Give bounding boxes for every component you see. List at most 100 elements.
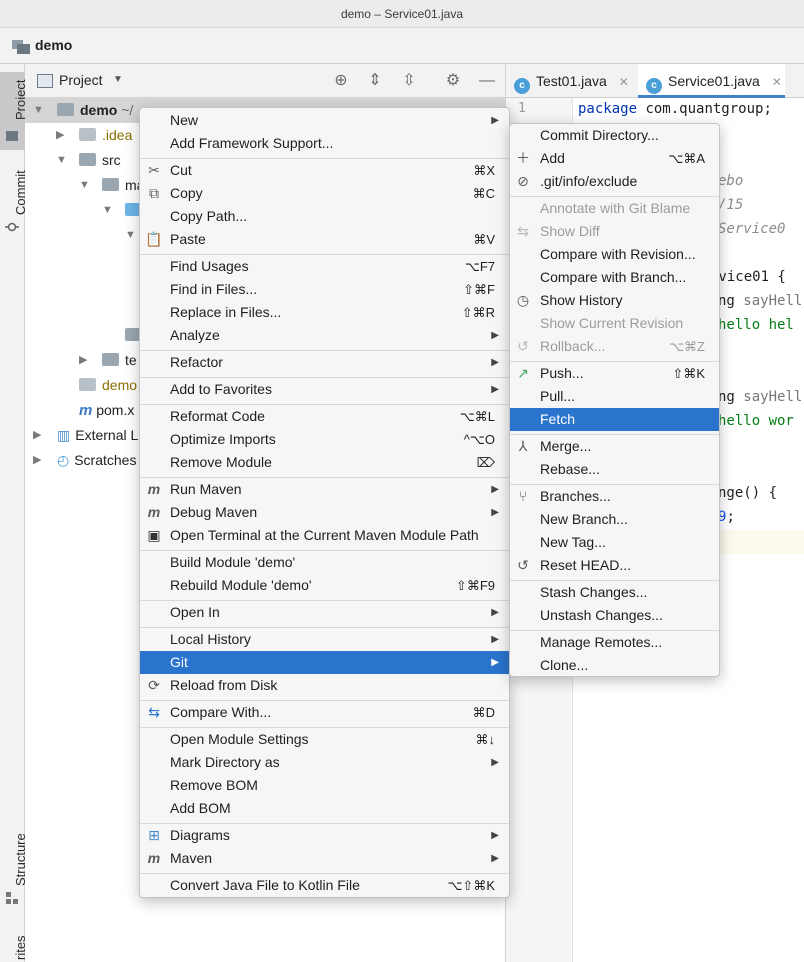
- menu-item-local-history[interactable]: Local History ▶: [140, 628, 509, 651]
- chevron-down-icon[interactable]: ▼: [102, 198, 113, 223]
- menu-item-mark-directory[interactable]: Mark Directory as ▶: [140, 751, 509, 774]
- git-submenu: Commit Directory... ＋ Add ⌥⌘A ⊘ .git/info/e…: [509, 123, 720, 677]
- library-icon: ▥: [57, 427, 71, 443]
- menu-item-optimize-imports[interactable]: Optimize Imports ^⌥O: [140, 428, 509, 451]
- menu-item-copy[interactable]: ⧉ Copy ⌘C: [140, 182, 509, 205]
- commit-icon: [5, 222, 19, 232]
- menu-item-add-bom[interactable]: Add BOM: [140, 797, 509, 820]
- navbar-project-name[interactable]: demo: [35, 37, 72, 53]
- git-item-show-current-revision: Show Current Revision: [540, 315, 684, 331]
- menu-item-module-settings[interactable]: Open Module Settings ⌘↓: [140, 728, 509, 751]
- menu-item-copy-path[interactable]: Copy Path...: [140, 205, 509, 228]
- git-item-rebase[interactable]: Rebase...: [510, 458, 719, 481]
- submenu-arrow-icon: ▶: [491, 384, 499, 395]
- git-item-clone[interactable]: Clone...: [510, 654, 719, 677]
- code-line: Service0: [718, 221, 786, 237]
- close-icon[interactable]: ✕: [619, 75, 629, 89]
- menu-item-find-in-files[interactable]: Find in Files... ⇧⌘F: [140, 278, 509, 301]
- chevron-down-icon[interactable]: ▼: [56, 148, 67, 173]
- git-item-stash[interactable]: Stash Changes...: [510, 581, 719, 604]
- chevron-right-icon[interactable]: ▶: [79, 348, 87, 373]
- menu-item-debug-maven[interactable]: m Debug Maven ▶: [140, 501, 509, 524]
- menu-item-new[interactable]: New ▶: [140, 109, 509, 132]
- folder-icon: [102, 178, 119, 191]
- tool-tab-project[interactable]: Project: [0, 72, 28, 150]
- folder-icon: [57, 103, 74, 116]
- chevron-right-icon[interactable]: ▶: [33, 448, 41, 473]
- left-tool-strip: Project Commit Structure rites: [0, 64, 28, 962]
- tree-scratches-label: ◴ Scratches: [57, 452, 137, 468]
- menu-item-remove-bom[interactable]: Remove BOM: [140, 774, 509, 797]
- minimize-icon[interactable]: —: [477, 71, 497, 91]
- chevron-down-icon[interactable]: ▼: [33, 98, 44, 123]
- git-item-fetch[interactable]: Fetch: [510, 408, 719, 431]
- gear-icon[interactable]: ⚙: [443, 71, 463, 91]
- git-item-add[interactable]: ＋ Add ⌥⌘A: [510, 147, 719, 170]
- git-item-merge[interactable]: ⅄ Merge...: [510, 435, 719, 458]
- clipboard-icon: 📋: [145, 231, 163, 247]
- git-item-new-branch[interactable]: New Branch...: [510, 508, 719, 531]
- tree-external-label: ▥ External L: [57, 427, 139, 443]
- git-item-reset-head[interactable]: ↺ Reset HEAD...: [510, 554, 719, 577]
- close-icon[interactable]: ✕: [772, 75, 782, 89]
- menu-item-paste[interactable]: 📋 Paste ⌘V: [140, 228, 509, 251]
- collapse-all-icon[interactable]: ⇳: [399, 71, 419, 91]
- menu-item-refactor[interactable]: Refactor ▶: [140, 351, 509, 374]
- git-item-manage-remotes[interactable]: Manage Remotes...: [510, 631, 719, 654]
- menu-item-open-terminal[interactable]: ▣ Open Terminal at the Current Maven Modu…: [140, 524, 509, 547]
- tool-tab-favorites[interactable]: rites: [0, 926, 28, 962]
- chevron-down-icon[interactable]: ▼: [113, 74, 123, 85]
- menu-item-replace-in-files[interactable]: Replace in Files... ⇧⌘R: [140, 301, 509, 324]
- git-item-pull[interactable]: Pull...: [510, 385, 719, 408]
- menu-item-build-module[interactable]: Build Module 'demo': [140, 551, 509, 574]
- locate-icon[interactable]: ⊕: [331, 71, 351, 91]
- tree-test-label: te: [102, 348, 137, 373]
- menu-item-find-usages[interactable]: Find Usages ⌥F7: [140, 255, 509, 278]
- tab-test01[interactable]: c Test01.java ✕: [514, 64, 636, 98]
- git-item-new-tag[interactable]: New Tag...: [510, 531, 719, 554]
- menu-item-analyze[interactable]: Analyze ▶: [140, 324, 509, 347]
- git-item-compare-revision[interactable]: Compare with Revision...: [510, 243, 719, 266]
- code-line: package com.quantgroup;: [578, 101, 772, 117]
- menu-item-rebuild-module[interactable]: Rebuild Module 'demo' ⇧⌘F9: [140, 574, 509, 597]
- chevron-down-icon[interactable]: ▼: [79, 173, 90, 198]
- chevron-right-icon[interactable]: ▶: [56, 123, 64, 148]
- git-item-compare-branch[interactable]: Compare with Branch...: [510, 266, 719, 289]
- menu-item-add-to-favorites[interactable]: Add to Favorites ▶: [140, 378, 509, 401]
- git-item-show-history[interactable]: ◷ Show History: [510, 289, 719, 312]
- tool-tab-structure[interactable]: Structure: [0, 824, 28, 908]
- menu-item-run-maven[interactable]: m Run Maven ▶: [140, 478, 509, 501]
- menu-item-compare-with[interactable]: ⇆ Compare With... ⌘D: [140, 701, 509, 724]
- folder-icon: [102, 353, 119, 366]
- menu-item-diagrams[interactable]: ⊞ Diagrams ▶: [140, 824, 509, 847]
- submenu-arrow-icon: ▶: [491, 634, 499, 645]
- submenu-arrow-icon: ▶: [491, 757, 499, 768]
- menu-item-git[interactable]: Git ▶: [140, 651, 509, 674]
- git-item-commit-directory[interactable]: Commit Directory...: [510, 124, 719, 147]
- git-item-branches[interactable]: ⑂ Branches...: [510, 485, 719, 508]
- git-item-exclude[interactable]: ⊘ .git/info/exclude: [510, 170, 719, 193]
- structure-icon: [6, 892, 18, 904]
- submenu-arrow-icon: ▶: [491, 115, 499, 126]
- menu-item-maven[interactable]: m Maven ▶: [140, 847, 509, 870]
- ignore-file-icon: ⊘: [517, 173, 529, 189]
- menu-item-cut[interactable]: ✂ Cut ⌘X: [140, 159, 509, 182]
- menu-item-add-framework[interactable]: Add Framework Support...: [140, 132, 509, 155]
- code-line: rvice01 {: [710, 269, 786, 285]
- git-item-unstash[interactable]: Unstash Changes...: [510, 604, 719, 627]
- project-panel-title[interactable]: Project: [59, 72, 103, 88]
- code-line: /15: [718, 197, 744, 213]
- menu-item-reload-from-disk[interactable]: ⟳ Reload from Disk: [140, 674, 509, 697]
- clock-icon: ◷: [516, 292, 530, 308]
- git-item-push[interactable]: ↗ Push... ⇧⌘K: [510, 362, 719, 385]
- menu-item-reformat-code[interactable]: Reformat Code ⌥⌘L: [140, 405, 509, 428]
- menu-item-open-in[interactable]: Open In ▶: [140, 601, 509, 624]
- expand-all-icon[interactable]: ⇕: [365, 71, 385, 91]
- chevron-right-icon[interactable]: ▶: [33, 423, 41, 448]
- tool-tab-commit[interactable]: Commit: [0, 160, 28, 240]
- submenu-arrow-icon: ▶: [491, 853, 499, 864]
- chevron-down-icon[interactable]: ▼: [125, 223, 136, 248]
- menu-item-convert-kotlin[interactable]: Convert Java File to Kotlin File ⌥⇧⌘K: [140, 874, 509, 897]
- menu-item-remove-module[interactable]: Remove Module ⌦: [140, 451, 509, 474]
- tab-service01[interactable]: c Service01.java ✕: [638, 64, 785, 98]
